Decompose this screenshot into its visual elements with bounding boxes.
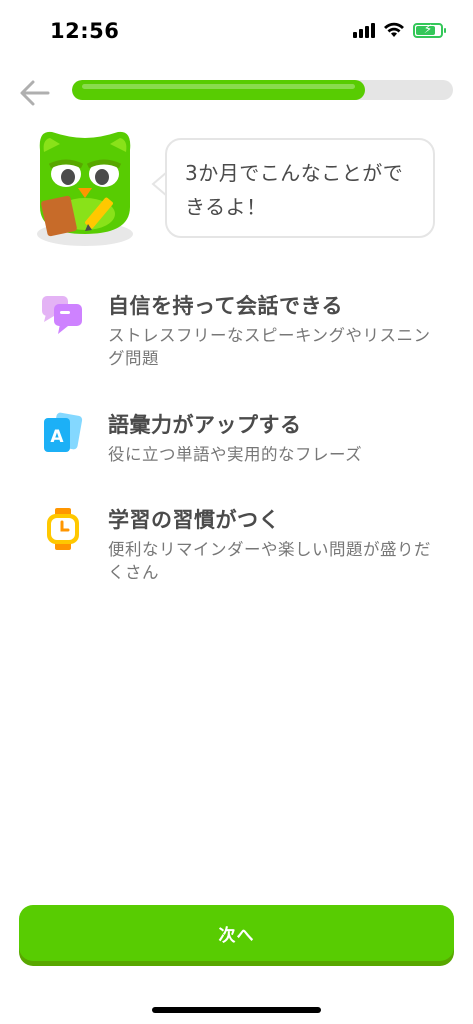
arrow-left-icon [20, 80, 50, 106]
svg-text:A: A [50, 427, 64, 447]
chat-bubbles-icon [42, 296, 82, 334]
benefit-description: 便利なリマインダーや楽しい問題が盛りだくさん [108, 540, 431, 582]
speech-text: 3か月でこんなことができるよ！ [185, 161, 404, 219]
watch-icon [47, 508, 79, 550]
status-bar: 12:56 ⚡ [0, 0, 473, 60]
progress-fill [72, 80, 366, 100]
next-button[interactable]: 次へ [19, 905, 454, 961]
benefit-description: 役に立つ単語や実用的なフレーズ [108, 445, 363, 464]
owl-mascot-icon [30, 122, 140, 252]
next-button-label: 次へ [218, 925, 255, 946]
signal-icon [353, 22, 375, 38]
benefit-title: 自信を持って会話できる [108, 294, 344, 318]
benefit-title: 学習の習慣がつく [108, 508, 280, 532]
status-icons: ⚡ [353, 22, 446, 38]
benefit-description: ストレスフリーなスピーキングやリスニング問題 [108, 326, 431, 368]
benefit-title: 語彙力がアップする [108, 413, 302, 437]
flashcards-icon: A [44, 412, 83, 452]
home-indicator[interactable] [152, 1007, 321, 1013]
speech-bubble: 3か月でこんなことができるよ！ [165, 138, 435, 238]
back-button[interactable] [18, 76, 52, 110]
lesson-progress-bar [72, 80, 453, 100]
status-time: 12:56 [50, 19, 120, 43]
wifi-icon [384, 22, 404, 37]
battery-charging-icon: ⚡ [413, 22, 446, 38]
